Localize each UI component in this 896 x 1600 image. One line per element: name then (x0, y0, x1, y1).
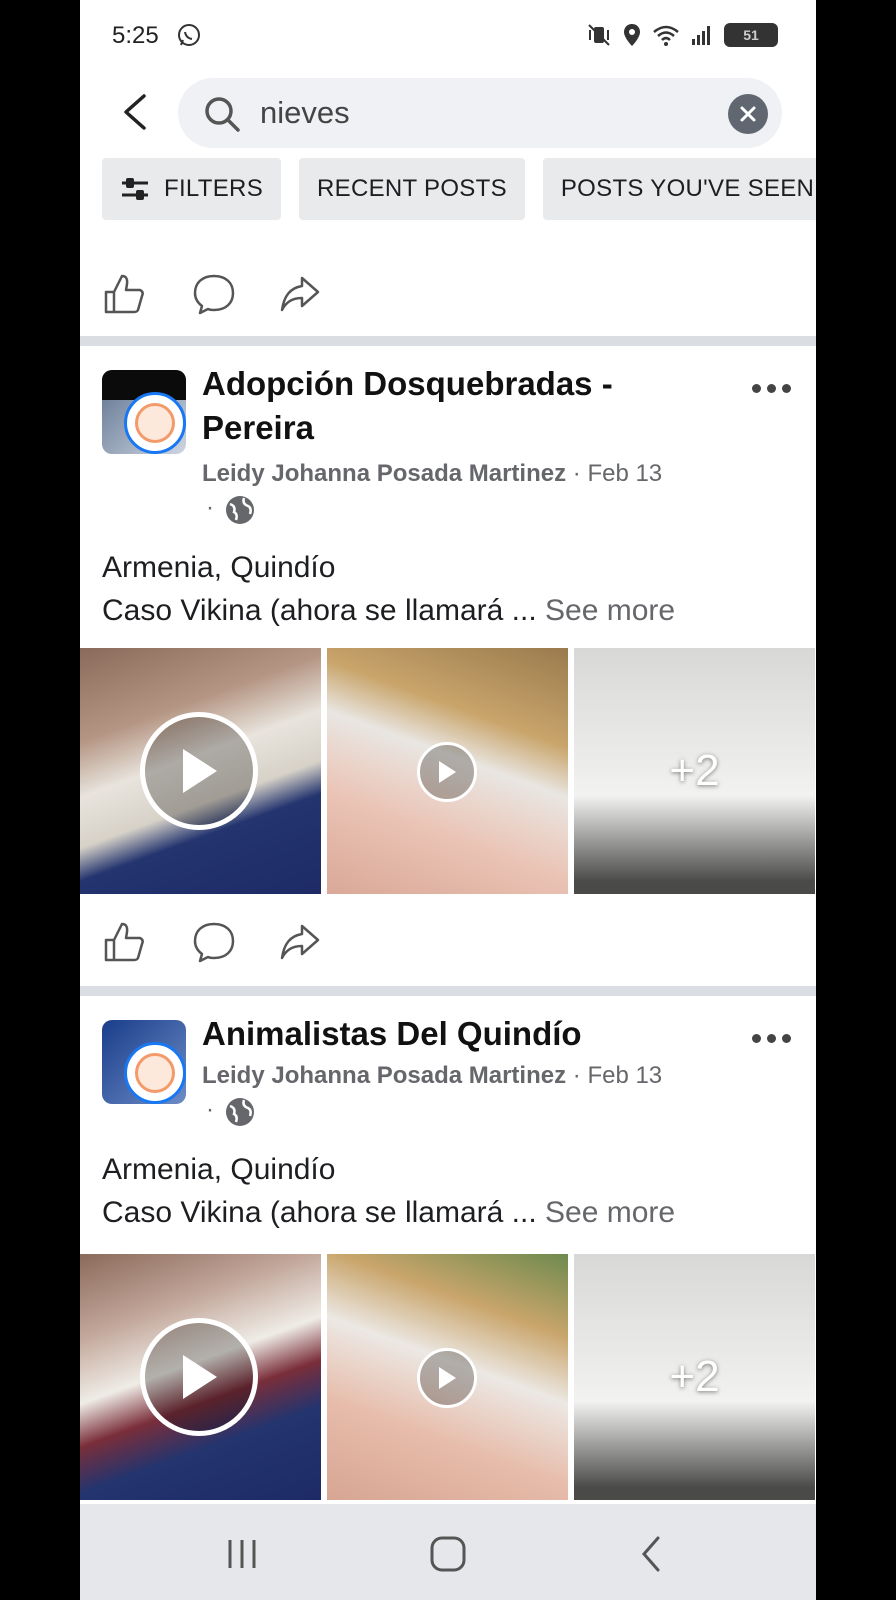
battery-icon: 51 (724, 23, 778, 47)
post-meta: Leidy Johanna Posada Martinez · Feb 13 (202, 458, 662, 490)
search-input[interactable] (260, 90, 700, 136)
vibrate-mute-icon (588, 24, 610, 46)
sliders-icon (122, 178, 148, 200)
group-avatar[interactable] (102, 370, 186, 454)
filter-chips: FILTERS RECENT POSTS POSTS YOU'VE SEEN (102, 158, 816, 220)
photo-thumbnail[interactable]: +2 (574, 1254, 815, 1500)
status-icons: 51 (586, 22, 778, 48)
play-icon (417, 1348, 477, 1408)
status-time: 5:25 (112, 22, 159, 49)
media-grid: +2 (80, 648, 816, 894)
location-icon (624, 24, 640, 46)
share-icon[interactable] (278, 272, 322, 316)
comment-icon[interactable] (192, 272, 236, 316)
posts-seen-chip[interactable]: POSTS YOU'VE SEEN (542, 158, 816, 220)
filters-chip-label: FILTERS (164, 175, 264, 202)
like-icon[interactable] (102, 920, 146, 964)
post-actions (80, 896, 816, 986)
recent-posts-chip-label: RECENT POSTS (317, 175, 507, 202)
group-name[interactable]: Adopción Dosquebradas - Pereira (202, 362, 672, 450)
video-thumbnail[interactable] (327, 1254, 568, 1500)
home-icon[interactable] (418, 1532, 478, 1576)
more-options-button[interactable] (752, 378, 796, 398)
meta-separator-dot: · (206, 1096, 214, 1123)
back-nav-icon[interactable] (622, 1532, 682, 1576)
post-location: Armenia, Quindío (102, 1153, 336, 1186)
more-options-button[interactable] (752, 1028, 796, 1048)
video-thumbnail[interactable] (80, 1254, 321, 1500)
post-body: Caso Vikina (ahora se llamará ... See mo… (102, 589, 802, 632)
post-text-preview: Caso Vikina (ahora se llamará ... (102, 594, 537, 627)
comment-icon[interactable] (192, 920, 236, 964)
group-avatar[interactable] (102, 1020, 186, 1104)
search-box[interactable] (178, 78, 782, 148)
wifi-icon (653, 25, 679, 46)
back-arrow-icon[interactable] (118, 92, 154, 132)
search-result-post: Adopción Dosquebradas - Pereira Leidy Jo… (80, 346, 816, 986)
signal-icon (692, 26, 710, 45)
system-nav-bar (80, 1504, 816, 1600)
post-text-preview: Caso Vikina (ahora se llamará ... (102, 1196, 537, 1229)
meta-separator: · (572, 1062, 588, 1089)
more-media-count: +2 (669, 1352, 720, 1401)
author-avatar-badge (124, 392, 186, 454)
photo-thumbnail[interactable]: +2 (574, 648, 815, 894)
recent-apps-icon[interactable] (212, 1532, 272, 1576)
more-media-count: +2 (669, 746, 720, 795)
post-body: Caso Vikina (ahora se llamará ... See mo… (102, 1191, 802, 1234)
video-thumbnail[interactable] (327, 648, 568, 894)
globe-icon (226, 1098, 254, 1126)
play-icon (140, 712, 258, 830)
post-date[interactable]: Feb 13 (587, 460, 662, 487)
clear-search-button[interactable] (728, 94, 768, 134)
search-result-post: Animalistas Del Quindío Leidy Johanna Po… (80, 996, 816, 1504)
post-divider (80, 336, 816, 346)
filters-chip[interactable]: FILTERS (102, 158, 282, 220)
meta-separator: · (572, 460, 588, 487)
media-grid: +2 (80, 1254, 816, 1500)
see-more-link[interactable]: See more (545, 1196, 675, 1229)
see-more-link[interactable]: See more (545, 594, 675, 627)
author-name[interactable]: Leidy Johanna Posada Martinez (202, 1062, 566, 1089)
whatsapp-icon (178, 24, 200, 46)
post-divider (80, 986, 816, 996)
author-avatar-badge (124, 1042, 186, 1104)
search-icon (205, 97, 240, 132)
play-icon (417, 742, 477, 802)
play-icon (140, 1318, 258, 1436)
post-location: Armenia, Quindío (102, 551, 336, 584)
group-name[interactable]: Animalistas Del Quindío (202, 1012, 672, 1056)
post-date[interactable]: Feb 13 (587, 1062, 662, 1089)
video-thumbnail[interactable] (80, 648, 321, 894)
author-name[interactable]: Leidy Johanna Posada Martinez (202, 460, 566, 487)
battery-level: 51 (743, 27, 759, 43)
posts-seen-chip-label: POSTS YOU'VE SEEN (560, 175, 815, 202)
post-meta: Leidy Johanna Posada Martinez · Feb 13 (202, 1060, 662, 1092)
facebook-search-screen: 5:25 51 nieves FILTERS RECENT POSTS POST… (80, 0, 816, 1600)
status-bar: 5:25 51 (80, 0, 816, 70)
close-icon (740, 106, 756, 122)
previous-post-actions (80, 248, 816, 338)
globe-icon (226, 496, 254, 524)
search-header (80, 74, 816, 154)
recent-posts-chip[interactable]: RECENT POSTS (299, 158, 525, 220)
share-icon[interactable] (278, 920, 322, 964)
like-icon[interactable] (102, 272, 146, 316)
meta-separator-dot: · (206, 494, 214, 521)
